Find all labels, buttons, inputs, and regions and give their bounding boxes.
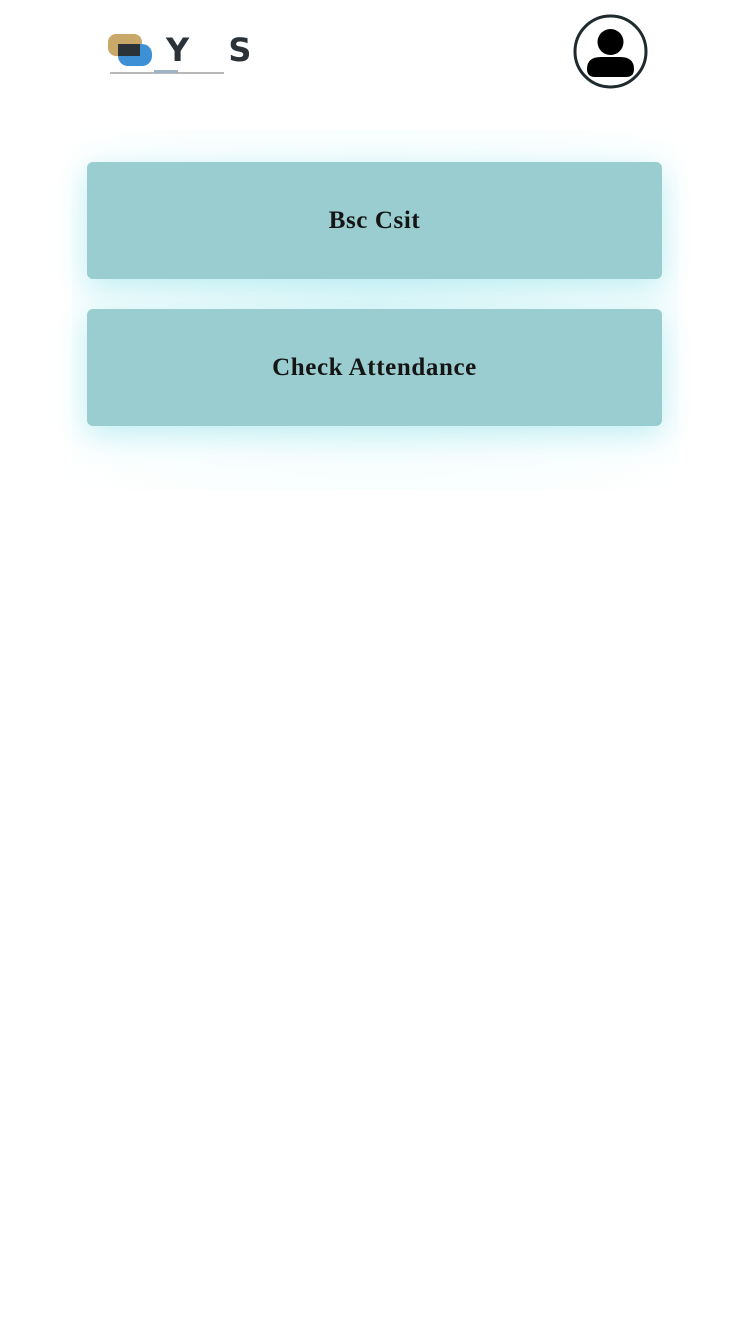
check-attendance-button-label: Check Attendance: [272, 353, 477, 381]
check-attendance-button[interactable]: Check Attendance: [87, 309, 662, 426]
course-button-label: Bsc Csit: [328, 206, 421, 234]
logo-text: Y S: [166, 31, 266, 69]
app-header: Y S: [0, 0, 750, 110]
app-logo[interactable]: Y S: [106, 30, 251, 78]
course-button[interactable]: Bsc Csit: [87, 162, 662, 279]
user-avatar-icon: [573, 14, 648, 89]
profile-button[interactable]: [573, 14, 648, 89]
